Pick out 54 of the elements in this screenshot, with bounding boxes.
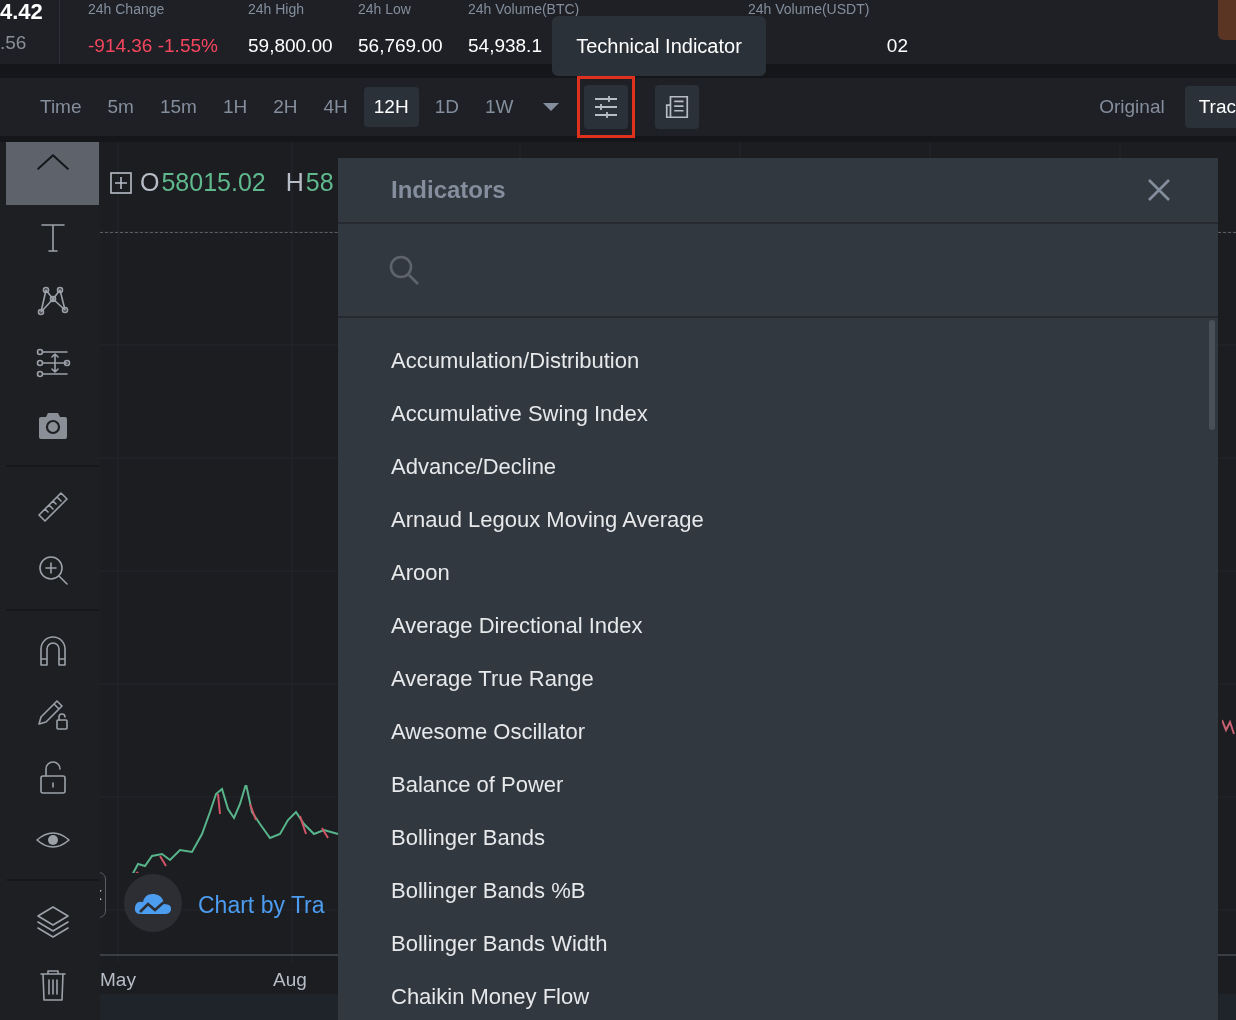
close-button[interactable] <box>1146 177 1172 203</box>
chart-attribution: Chart by Tra <box>198 891 325 920</box>
interval-tab[interactable]: 15m <box>149 87 207 127</box>
interval-tab[interactable]: Time <box>30 87 92 127</box>
indicator-item[interactable]: Average Directional Index <box>391 609 643 642</box>
stat-value: 56,769.00 <box>358 36 443 55</box>
legend-key: O <box>140 164 160 202</box>
axis-label: May <box>100 968 136 992</box>
interval-tab[interactable]: 12H <box>363 87 419 127</box>
add-box-icon <box>110 171 132 194</box>
interval-tab[interactable]: 2H <box>263 87 308 127</box>
indicator-item[interactable]: Aroon <box>391 556 450 589</box>
indicators-button[interactable] <box>584 85 629 129</box>
stat-label: 24h Volume(USDT) <box>748 2 870 16</box>
scrollbar-thumb[interactable] <box>1209 320 1215 430</box>
stat-value: -914.36 -1.55% <box>88 36 218 55</box>
close-icon <box>1146 177 1172 203</box>
tooltip: Technical Indicator <box>552 16 766 76</box>
stat-label: 24h Change <box>88 2 165 16</box>
indicator-item[interactable]: Awesome Oscillator <box>391 715 585 748</box>
template-button[interactable] <box>655 85 700 129</box>
stat-label: 24h Volume(BTC) <box>468 2 580 16</box>
chevron-up-icon <box>36 154 69 170</box>
last-price: 4.42 <box>0 1 43 23</box>
dialog-title: Indicators <box>391 175 506 205</box>
interval-tab[interactable]: 1D <box>424 87 469 127</box>
indicator-item[interactable]: Advance/Decline <box>391 450 557 483</box>
interval-tab[interactable]: 4H <box>313 87 358 127</box>
legend-value: 58015.02 <box>161 167 266 198</box>
indicator-item[interactable]: Accumulation/Distribution <box>391 344 640 377</box>
indicator-item[interactable]: Balance of Power <box>391 768 564 801</box>
search-icon <box>388 254 420 286</box>
stat-label: 24h Low <box>358 2 411 16</box>
view-tab[interactable]: Original <box>1099 86 1165 128</box>
indicator-item[interactable]: Accumulative Swing Index <box>391 397 648 430</box>
converted-price: .56 <box>0 33 27 52</box>
indicator-item[interactable]: Bollinger Bands %B <box>391 874 586 907</box>
view-tab[interactable]: Trac <box>1184 86 1236 128</box>
indicator-item[interactable]: Chaikin Money Flow <box>391 980 590 1013</box>
stat-value: 59,800.00 <box>248 36 333 55</box>
indicator-item[interactable]: Bollinger Bands Width <box>391 927 608 960</box>
indicator-item[interactable]: Bollinger Bands <box>391 821 546 854</box>
legend-value: 58 <box>305 167 334 198</box>
indicator-item[interactable]: Average True Range <box>391 662 594 695</box>
indicator-item[interactable]: Arnaud Legoux Moving Average <box>391 503 704 536</box>
interval-tab[interactable]: 1H <box>212 87 258 127</box>
stat-label: 24h High <box>248 2 305 16</box>
axis-label: Aug <box>273 968 307 992</box>
interval-tab[interactable]: 5m <box>97 87 144 127</box>
dropdown-caret-icon <box>543 103 560 111</box>
interval-tab[interactable]: 1W <box>474 87 524 127</box>
legend-key: H <box>285 164 304 202</box>
stat-value: 54,938.1 <box>468 36 542 55</box>
stat-value: 02 <box>886 36 908 55</box>
